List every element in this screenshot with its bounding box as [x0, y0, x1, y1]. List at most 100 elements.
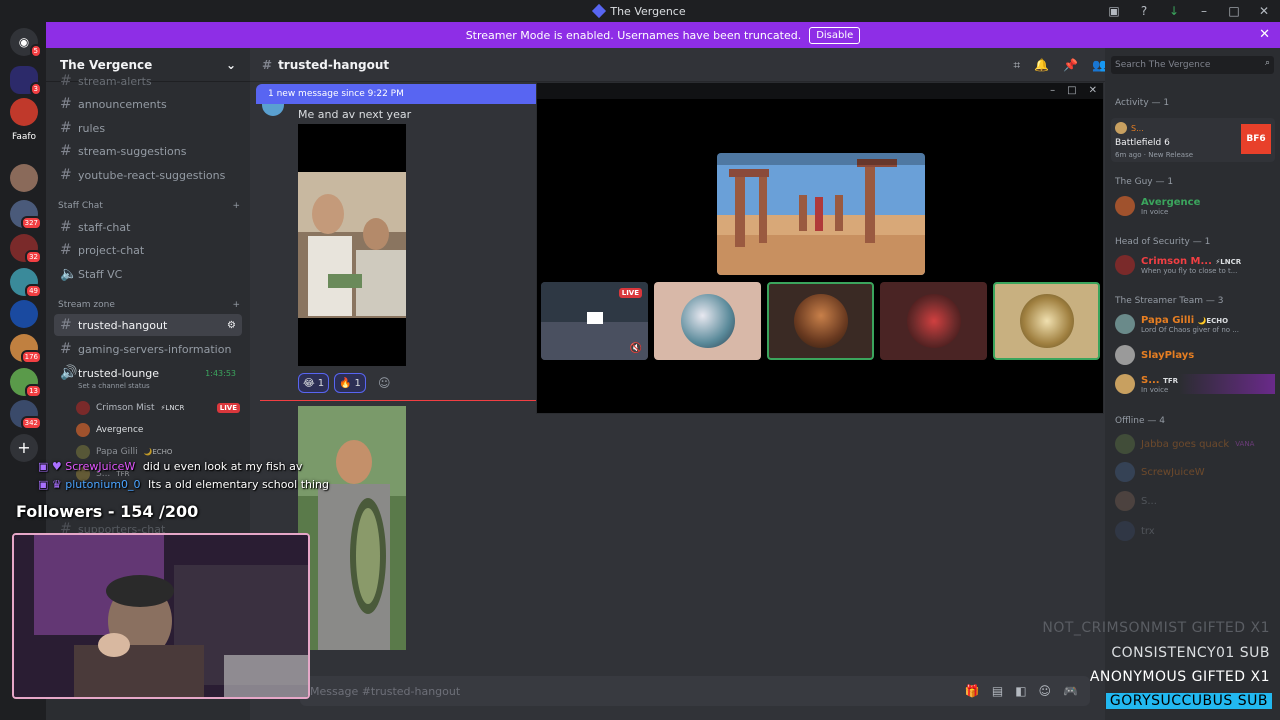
header-toolbar: ⌗ 🔔 📌 👥	[1013, 58, 1107, 73]
avatar	[680, 294, 735, 348]
pin-icon[interactable]: 📌	[1063, 58, 1078, 73]
guild-icon[interactable]: 49	[10, 268, 42, 298]
channel-trusted-hangout[interactable]: # trusted-hangout ⚙	[54, 314, 242, 336]
voice-user[interactable]: Papa Gilli 🌙ECHO	[76, 445, 172, 459]
stream-popout-window: – □ ✕ LIVE 🔇	[536, 82, 1104, 414]
image-attachment[interactable]	[298, 406, 406, 650]
member-item-offline[interactable]: trx	[1115, 521, 1275, 541]
member-item-offline[interactable]: Jabba goes quack VANA	[1115, 434, 1275, 454]
sticker-icon[interactable]: ◧	[1015, 684, 1026, 698]
member-item[interactable]: Avergence In voice	[1115, 196, 1275, 216]
voice-timer: 1:43:53	[205, 368, 236, 378]
close-window-icon[interactable]: ✕	[1256, 3, 1272, 19]
channel-staff-chat[interactable]: # staff-chat	[54, 216, 242, 238]
maximize-icon[interactable]: □	[1226, 3, 1242, 19]
guild-vergence[interactable]: 3	[10, 66, 42, 96]
voice-user[interactable]: Avergence	[76, 423, 143, 437]
participant-tile[interactable]	[880, 282, 987, 360]
channel-stream-suggestions[interactable]: # stream-suggestions	[54, 140, 242, 162]
maximize-icon[interactable]: □	[1067, 83, 1076, 99]
guild-icon[interactable]: 327	[10, 200, 42, 230]
member-item[interactable]: SlayPlays	[1115, 345, 1275, 365]
disable-streamer-mode-button[interactable]: Disable	[809, 26, 861, 44]
channel-youtube-react-suggestions[interactable]: # youtube-react-suggestions	[54, 164, 242, 186]
search-input[interactable]: Search The Vergence	[1111, 56, 1274, 74]
channel-project-chat[interactable]: # project-chat	[54, 239, 242, 261]
overlay-chat-line: ▣ ♛ plutonium0_0 Its a old elementary sc…	[38, 478, 330, 491]
activity-card[interactable]: S... Battlefield 6 6m ago · New Release …	[1111, 118, 1275, 162]
member-item-offline[interactable]: ScrewJuiceW	[1115, 462, 1275, 482]
add-server-button[interactable]: +	[10, 434, 38, 462]
add-reaction-icon[interactable]: ☺	[378, 376, 391, 390]
channel-header: # trusted-hangout	[250, 48, 1105, 82]
home-button[interactable]: ◉ 5	[10, 28, 42, 58]
close-icon[interactable]: ✕	[1089, 83, 1097, 99]
guild-icon[interactable]	[10, 300, 38, 328]
composer-placeholder: Message #trusted-hangout	[310, 684, 461, 698]
emoji-icon[interactable]: ☺	[1039, 684, 1052, 698]
hash-icon: #	[60, 341, 72, 357]
participant-tile-speaking[interactable]	[993, 282, 1100, 360]
threads-icon[interactable]: ⌗	[1013, 58, 1020, 73]
image-attachment[interactable]	[298, 124, 406, 366]
member-item[interactable]: Papa Gilli 🌙ECHO Lord Of Chaos giver of n…	[1115, 314, 1275, 334]
activity-game: Battlefield 6	[1115, 138, 1170, 148]
avatar	[76, 423, 90, 437]
close-icon[interactable]: ✕	[1259, 27, 1270, 42]
avatar	[76, 445, 90, 459]
add-channel-icon[interactable]: +	[232, 300, 240, 310]
avatar	[1115, 374, 1135, 394]
guild-icon[interactable]	[10, 98, 38, 126]
speaker-icon: 🔈	[60, 266, 78, 282]
message-composer[interactable]: Message #trusted-hangout 🎁 ▤ ◧ ☺ 🎮	[300, 676, 1090, 706]
guild-icon[interactable]	[10, 164, 38, 192]
focused-stream[interactable]	[717, 153, 925, 275]
category-staff-chat[interactable]: Staff Chat +	[58, 201, 240, 211]
channel-staff-vc[interactable]: 🔈 Staff VC	[54, 263, 242, 285]
help-icon[interactable]: ?	[1136, 3, 1152, 19]
guild-icon[interactable]: 176	[10, 334, 42, 364]
settings-icon[interactable]: ⚙	[227, 320, 236, 331]
participant-tile-speaking[interactable]	[767, 282, 874, 360]
category-stream-zone[interactable]: Stream zone +	[58, 300, 240, 310]
voice-user[interactable]: Crimson Mist ⚡LNCR LIVE	[76, 401, 240, 415]
event-alert: ANONYMOUS GIFTED X1	[1089, 669, 1270, 685]
reaction-fire[interactable]: 🔥 1	[334, 373, 366, 393]
gift-icon[interactable]: 🎁	[965, 684, 980, 698]
muted-icon[interactable]: 🔇	[630, 343, 642, 354]
game-screenshot	[717, 153, 925, 275]
composer-toolbar: 🎁 ▤ ◧ ☺ 🎮	[965, 684, 1078, 698]
avatar	[793, 294, 848, 348]
apps-icon[interactable]: 🎮	[1063, 684, 1078, 698]
member-item[interactable]: Crimson M... ⚡LNCR When you fly to close …	[1115, 255, 1275, 275]
channel-announcements[interactable]: # announcements	[54, 93, 242, 115]
avatar	[262, 104, 284, 116]
channel-status[interactable]: Set a channel status	[78, 382, 150, 390]
add-channel-icon[interactable]: +	[232, 201, 240, 211]
unread-badge: 327	[20, 216, 42, 230]
bell-icon[interactable]: 🔔	[1034, 58, 1049, 73]
banner-text: Streamer Mode is enabled. Usernames have…	[465, 28, 802, 42]
channel-stream-alerts[interactable]: # stream-alerts	[54, 70, 242, 92]
channel-gaming-servers-information[interactable]: # gaming-servers-information	[54, 338, 242, 360]
inbox-icon[interactable]: ▣	[1106, 3, 1122, 19]
download-icon[interactable]: ↓	[1166, 3, 1182, 19]
channel-rules[interactable]: # rules	[54, 117, 242, 139]
guild-faafo[interactable]: Faafo	[12, 132, 42, 160]
stream-tile-live[interactable]: LIVE 🔇	[541, 282, 648, 360]
gif-icon[interactable]: ▤	[992, 684, 1003, 698]
guild-icon[interactable]: 32	[10, 234, 42, 264]
guild-icon[interactable]: 13	[10, 368, 42, 398]
new-messages-bar[interactable]: 1 new message since 9:22 PM	[256, 84, 536, 104]
guild-icon[interactable]: 342	[10, 400, 42, 430]
minimize-icon[interactable]: –	[1050, 83, 1055, 99]
minimize-icon[interactable]: –	[1196, 3, 1212, 19]
reaction-laugh[interactable]: 😂 1	[298, 373, 330, 393]
voice-channel-trusted-lounge[interactable]: 🔊 trusted-lounge 1:43:53	[54, 362, 242, 384]
participant-tile[interactable]	[654, 282, 761, 360]
role-header: Offline — 4	[1115, 416, 1165, 426]
member-item-offline[interactable]: S...	[1115, 491, 1275, 511]
unread-badge: 49	[25, 284, 42, 298]
member-item[interactable]: S... TFR In voice	[1115, 374, 1275, 394]
avatar	[1115, 255, 1135, 275]
